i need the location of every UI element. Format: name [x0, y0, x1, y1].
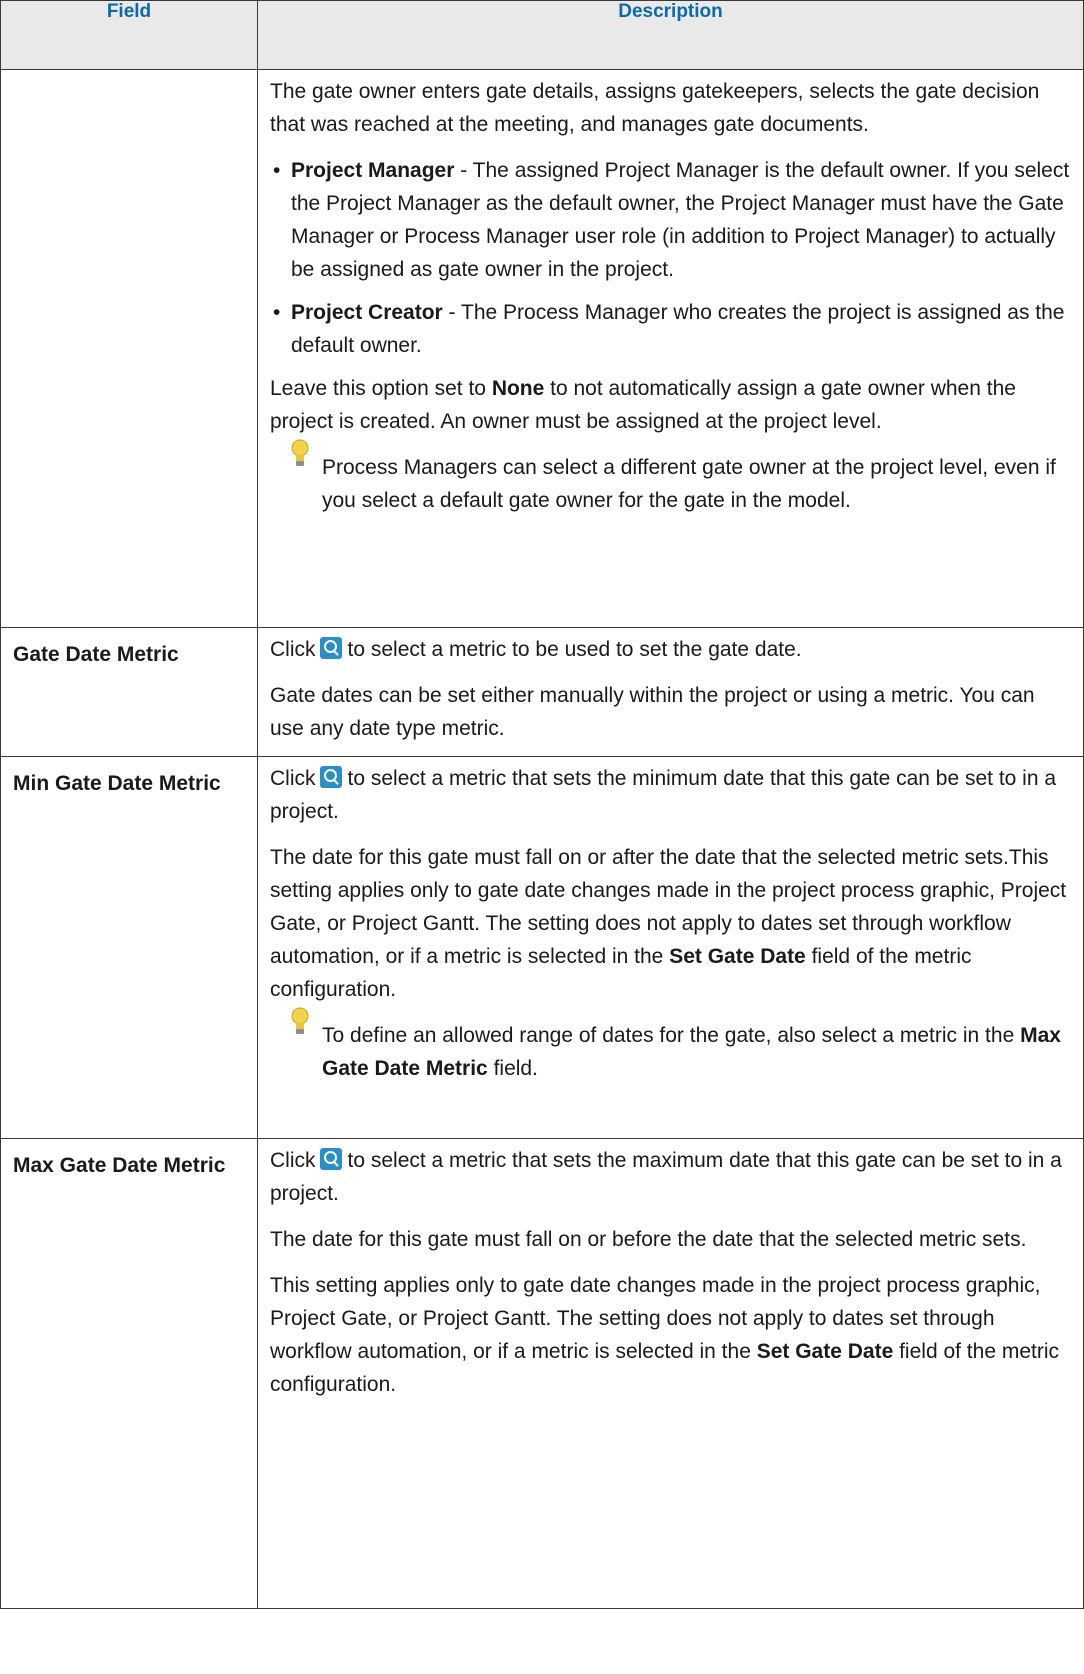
- field-cell: Max Gate Date Metric: [0, 1138, 258, 1609]
- search-icon[interactable]: [319, 1148, 342, 1170]
- owner-intro: The gate owner enters gate details, assi…: [270, 80, 1040, 136]
- description-cell: Click to select a metric that sets the mi…: [257, 756, 1084, 1139]
- description-cell: Click to select a metric that sets the ma…: [257, 1138, 1084, 1609]
- field-description-table: Field Description The gate owner enters …: [0, 0, 1084, 1609]
- gate-date-note: Gate dates can be set either manually wi…: [270, 684, 1035, 740]
- owner-tip: Process Managers can select a different …: [270, 439, 1073, 517]
- max-note: The date for this gate must fall on or b…: [270, 1228, 1027, 1251]
- search-icon[interactable]: [319, 637, 342, 659]
- description-cell: The gate owner enters gate details, assi…: [257, 69, 1084, 628]
- description-cell: Click to select a metric to be used to se…: [257, 627, 1084, 757]
- field-cell: Min Gate Date Metric: [0, 756, 258, 1139]
- min-note: The date for this gate must fall on or a…: [270, 846, 1067, 1001]
- bullet-term: Project Manager: [291, 159, 455, 182]
- table-header-row: Field Description: [0, 0, 1084, 70]
- header-field: Field: [0, 0, 258, 70]
- lightbulb-icon: [291, 439, 309, 466]
- table-row: The gate owner enters gate details, assi…: [0, 69, 1084, 628]
- owner-leave-note: Leave this option set to None to not aut…: [270, 377, 1016, 433]
- max-instruction: Click to select a metric that sets the ma…: [270, 1148, 1062, 1205]
- bullet-term: Project Creator: [291, 301, 443, 324]
- field-cell: Gate Date Metric: [0, 627, 258, 757]
- lightbulb-icon: [291, 1007, 309, 1034]
- header-description: Description: [257, 0, 1084, 70]
- max-setting-note: This setting applies only to gate date c…: [270, 1274, 1059, 1396]
- tip-text: Process Managers can select a different …: [322, 456, 1056, 512]
- list-item: Project Creator - The Process Manager wh…: [270, 296, 1073, 362]
- table-row: Min Gate Date Metric Click to select a me…: [0, 756, 1084, 1139]
- gate-date-instruction: Click to select a metric to be used to se…: [270, 637, 802, 661]
- field-cell-empty: [0, 69, 258, 628]
- table-row: Max Gate Date Metric Click to select a me…: [0, 1138, 1084, 1609]
- table-row: Gate Date Metric Click to select a metric…: [0, 627, 1084, 757]
- list-item: Project Manager - The assigned Project M…: [270, 154, 1073, 286]
- search-icon[interactable]: [319, 766, 342, 788]
- tip-text: To define an allowed range of dates for …: [322, 1024, 1061, 1080]
- owner-options-list: Project Manager - The assigned Project M…: [270, 154, 1073, 362]
- min-instruction: Click to select a metric that sets the mi…: [270, 766, 1057, 823]
- min-tip: To define an allowed range of dates for …: [270, 1007, 1073, 1085]
